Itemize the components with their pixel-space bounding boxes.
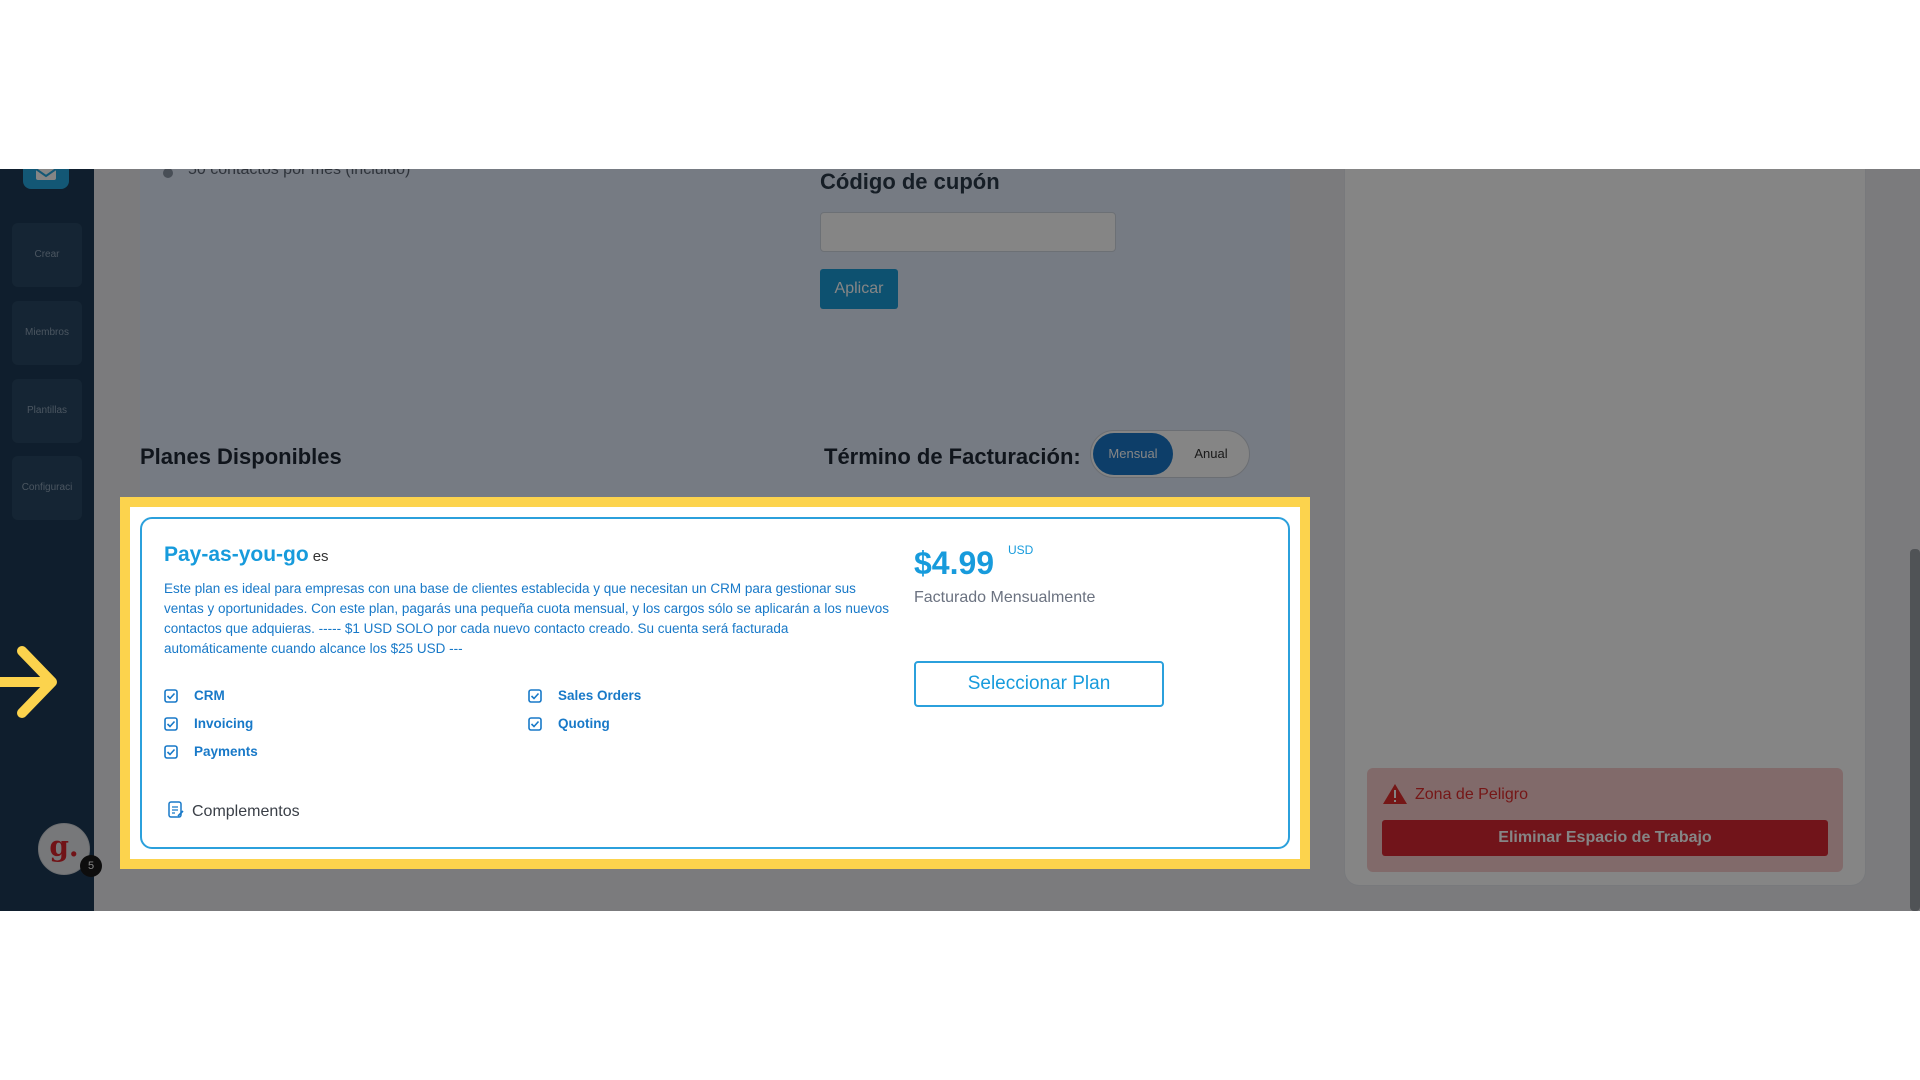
- sidebar-item-label: Configuraci: [21, 482, 73, 493]
- sidebar-item-crear[interactable]: Crear: [12, 223, 82, 287]
- addons-link[interactable]: Complementos: [168, 801, 300, 821]
- feature-invoicing: Invoicing: [194, 716, 254, 731]
- danger-zone: Zona de Peligro Eliminar Espacio de Trab…: [1367, 768, 1843, 872]
- billing-term-label: Término de Facturación:: [824, 444, 1081, 469]
- notification-badge: 5: [80, 855, 102, 877]
- sidebar-item-label: Miembros: [25, 327, 69, 338]
- app-frame: Crear Miembros Plantillas Configuraci g.…: [0, 169, 1920, 911]
- addons-label: Complementos: [192, 803, 300, 820]
- sidebar-top-button[interactable]: [23, 169, 69, 189]
- checkbox-checked-icon: [164, 717, 178, 731]
- coupon-input[interactable]: [820, 212, 1116, 252]
- checkbox-checked-icon: [528, 689, 542, 703]
- toggle-annual[interactable]: Anual: [1181, 433, 1241, 475]
- feature-crm: CRM: [194, 688, 225, 703]
- plan-price: $4.99: [914, 545, 995, 581]
- sidebar: Crear Miembros Plantillas Configuraci g.…: [0, 169, 102, 911]
- mail-icon: [35, 169, 57, 180]
- plan-description: Este plan es ideal para empresas con una…: [164, 581, 889, 656]
- plan-currency: USD: [1008, 543, 1034, 557]
- sidebar-item-label: Crear: [34, 249, 60, 260]
- checkbox-checked-icon: [164, 689, 178, 703]
- delete-workspace-button[interactable]: Eliminar Espacio de Trabajo: [1382, 820, 1828, 856]
- plan-name: Pay-as-you-go es: [164, 543, 329, 567]
- checkbox-checked-icon: [528, 717, 542, 731]
- sidebar-item-miembros[interactable]: Miembros: [12, 301, 82, 365]
- billing-term-toggle: Mensual Anual: [1090, 430, 1250, 478]
- feature-payments: Payments: [194, 744, 258, 759]
- billing-frequency: Facturado Mensualmente: [914, 589, 1096, 606]
- danger-zone-title: Zona de Peligro: [1415, 786, 1528, 803]
- feature-sales-orders: Sales Orders: [558, 688, 642, 703]
- sidebar-item-plantillas[interactable]: Plantillas: [12, 379, 82, 443]
- document-edit-icon: [168, 801, 184, 818]
- warning-icon: [1383, 784, 1407, 804]
- sidebar-item-configuracion[interactable]: Configuraci: [12, 456, 82, 520]
- arrow-right-icon: [0, 646, 57, 718]
- apply-coupon-button[interactable]: Aplicar: [820, 269, 898, 309]
- toggle-monthly[interactable]: Mensual: [1093, 433, 1173, 475]
- coupon-title: Código de cupón: [820, 169, 1000, 194]
- feature-quoting: Quoting: [558, 716, 610, 731]
- plan-name-text: Pay-as-you-go: [164, 543, 309, 566]
- plan-lang: es: [312, 548, 329, 565]
- included-contacts-text: 50 contactos por mes (incluido): [188, 169, 411, 178]
- plans-title: Planes Disponibles: [140, 444, 342, 469]
- scrollbar[interactable]: [1910, 549, 1920, 911]
- plan-card: Pay-as-you-go es Este plan es ideal para …: [140, 517, 1290, 849]
- select-plan-button[interactable]: Seleccionar Plan: [914, 661, 1164, 707]
- sidebar-item-label: Plantillas: [26, 405, 68, 416]
- checkbox-checked-icon: [164, 745, 178, 759]
